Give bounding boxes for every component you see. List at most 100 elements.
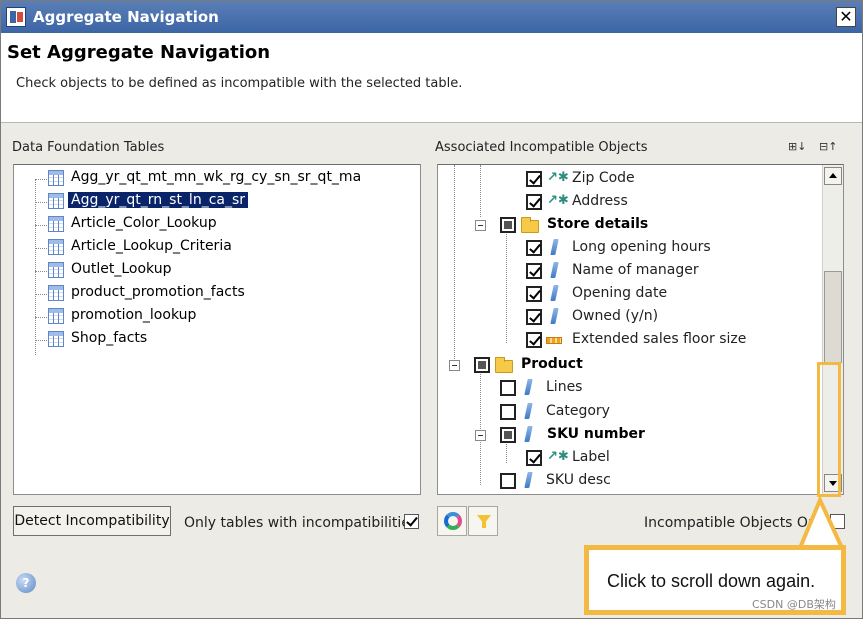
attribute-icon: ↗✱ [547, 193, 569, 208]
table-icon [48, 239, 64, 255]
tree-item-owned[interactable]: Owned (y/n) [438, 306, 818, 328]
owned-checkbox[interactable] [526, 309, 542, 325]
sku-desc-checkbox[interactable] [500, 473, 516, 489]
tree-item-label: Long opening hours [572, 239, 711, 255]
refresh-button[interactable] [437, 506, 467, 536]
tree-item-address[interactable]: ↗✱ Address [438, 191, 818, 213]
tree-item-category[interactable]: Category [438, 401, 818, 423]
tree-item-label: Address [572, 193, 628, 209]
dialog-instructions: Check objects to be defined as incompati… [16, 76, 463, 91]
table-name: product_promotion_facts [71, 284, 245, 300]
zip-code-checkbox[interactable] [526, 171, 542, 187]
table-icon [48, 308, 64, 324]
collapse-all-icon[interactable]: ⊟↑ [819, 141, 837, 153]
store-details-checkbox[interactable] [500, 217, 516, 233]
close-button[interactable]: ✕ [836, 7, 856, 27]
tree-item-lines[interactable]: Lines [438, 377, 818, 399]
lines-checkbox[interactable] [500, 380, 516, 396]
collapse-expander-icon[interactable] [449, 360, 460, 371]
tree-line [35, 202, 49, 203]
name-of-manager-checkbox[interactable] [526, 263, 542, 279]
tree-line [35, 225, 49, 226]
tree-item-sku-number[interactable]: SKU number [438, 424, 818, 446]
scrollbar-thumb[interactable] [824, 271, 842, 363]
tree-line [35, 340, 49, 341]
dimension-icon [524, 472, 533, 488]
table-name: Article_Color_Lookup [71, 215, 217, 231]
scroll-down-highlight [817, 362, 841, 497]
label-checkbox[interactable] [526, 450, 542, 466]
tree-item-label: Store details [547, 216, 649, 232]
dimension-icon [550, 285, 559, 301]
tree-item-label: Product [521, 356, 583, 372]
long-opening-hours-checkbox[interactable] [526, 240, 542, 256]
address-checkbox[interactable] [526, 194, 542, 210]
tree-item-label: SKU desc [546, 472, 611, 488]
tree-item-store-details[interactable]: Store details [438, 214, 818, 236]
tables-label: Data Foundation Tables [12, 140, 165, 155]
table-name: Outlet_Lookup [71, 261, 172, 277]
table-name: Shop_facts [71, 330, 148, 346]
table-icon [48, 285, 64, 301]
tree-item-product[interactable]: Product [438, 354, 818, 376]
collapse-expander-icon[interactable] [475, 430, 486, 441]
collapse-expander-icon[interactable] [475, 220, 486, 231]
tree-line [35, 179, 36, 355]
tree-item-long-opening-hours[interactable]: Long opening hours [438, 237, 818, 259]
folder-icon [521, 217, 539, 233]
tree-item-opening-date[interactable]: Opening date [438, 283, 818, 305]
tree-item-label-attr[interactable]: ↗✱ Label [438, 447, 818, 469]
tree-item-label: Name of manager [572, 262, 699, 278]
opening-date-checkbox[interactable] [526, 286, 542, 302]
app-icon [6, 7, 26, 27]
callout-text: Click to scroll down again. [607, 571, 816, 591]
table-icon [48, 216, 64, 232]
folder-icon [495, 357, 513, 373]
help-icon[interactable]: ? [16, 573, 36, 593]
tree-line [35, 179, 49, 180]
incompatible-objects-tree[interactable]: ↗✱ Zip Code ↗✱ Address Store details Lon… [437, 164, 844, 495]
sku-number-checkbox[interactable] [500, 427, 516, 443]
tree-line [35, 294, 49, 295]
tree-item-label: Zip Code [572, 170, 635, 186]
incompatible-objects-only-checkbox[interactable] [830, 514, 845, 529]
incompatible-objects-only-label: Incompatible Objects Onl [644, 515, 821, 531]
category-checkbox[interactable] [500, 404, 516, 420]
only-tables-label: Only tables with incompatibilities [184, 515, 418, 531]
table-name: promotion_lookup [71, 307, 197, 323]
dimension-icon [524, 379, 533, 395]
tree-item-extended-sales-floor-size[interactable]: Extended sales floor size [438, 329, 818, 351]
extended-sales-floor-size-checkbox[interactable] [526, 332, 542, 348]
attribute-icon: ↗✱ [547, 170, 569, 185]
dialog-header: Set Aggregate Navigation Check objects t… [1, 33, 862, 123]
window-title: Aggregate Navigation [33, 8, 219, 26]
dimension-icon [550, 239, 559, 255]
table-icon [48, 331, 64, 347]
table-name: Agg_yr_qt_mt_mn_wk_rg_cy_sn_sr_qt_ma [71, 169, 362, 185]
only-tables-checkbox[interactable] [404, 514, 419, 529]
tree-item-label: Lines [546, 379, 583, 395]
detect-incompatibility-button[interactable]: Detect Incompatibility [13, 506, 171, 536]
dimension-icon [524, 426, 533, 442]
dialog-heading: Set Aggregate Navigation [7, 42, 271, 63]
tree-item-name-of-manager[interactable]: Name of manager [438, 260, 818, 282]
product-checkbox[interactable] [474, 357, 490, 373]
dimension-icon [524, 403, 533, 419]
table-icon [48, 193, 64, 209]
expand-all-icon[interactable]: ⊞↓ [788, 141, 806, 153]
tree-line [35, 317, 49, 318]
tree-item-label: SKU number [547, 426, 645, 442]
scroll-up-arrow-icon[interactable] [824, 167, 842, 185]
watermark: CSDN @DB架构 [752, 598, 836, 611]
tree-item-label: Category [546, 403, 610, 419]
table-name: Article_Lookup_Criteria [71, 238, 232, 254]
table-icon [48, 170, 64, 186]
dimension-icon [550, 308, 559, 324]
tree-item-zip-code[interactable]: ↗✱ Zip Code [438, 168, 818, 190]
tree-item-sku-desc[interactable]: SKU desc [438, 470, 818, 492]
tables-list[interactable]: Agg_yr_qt_mt_mn_wk_rg_cy_sn_sr_qt_ma Agg… [13, 164, 421, 495]
table-name: Agg_yr_qt_rn_st_ln_ca_sr [68, 192, 249, 208]
filter-button[interactable] [468, 506, 498, 536]
filter-funnel-icon [477, 515, 491, 528]
incompatible-objects-label: Associated Incompatible Objects [435, 140, 648, 155]
